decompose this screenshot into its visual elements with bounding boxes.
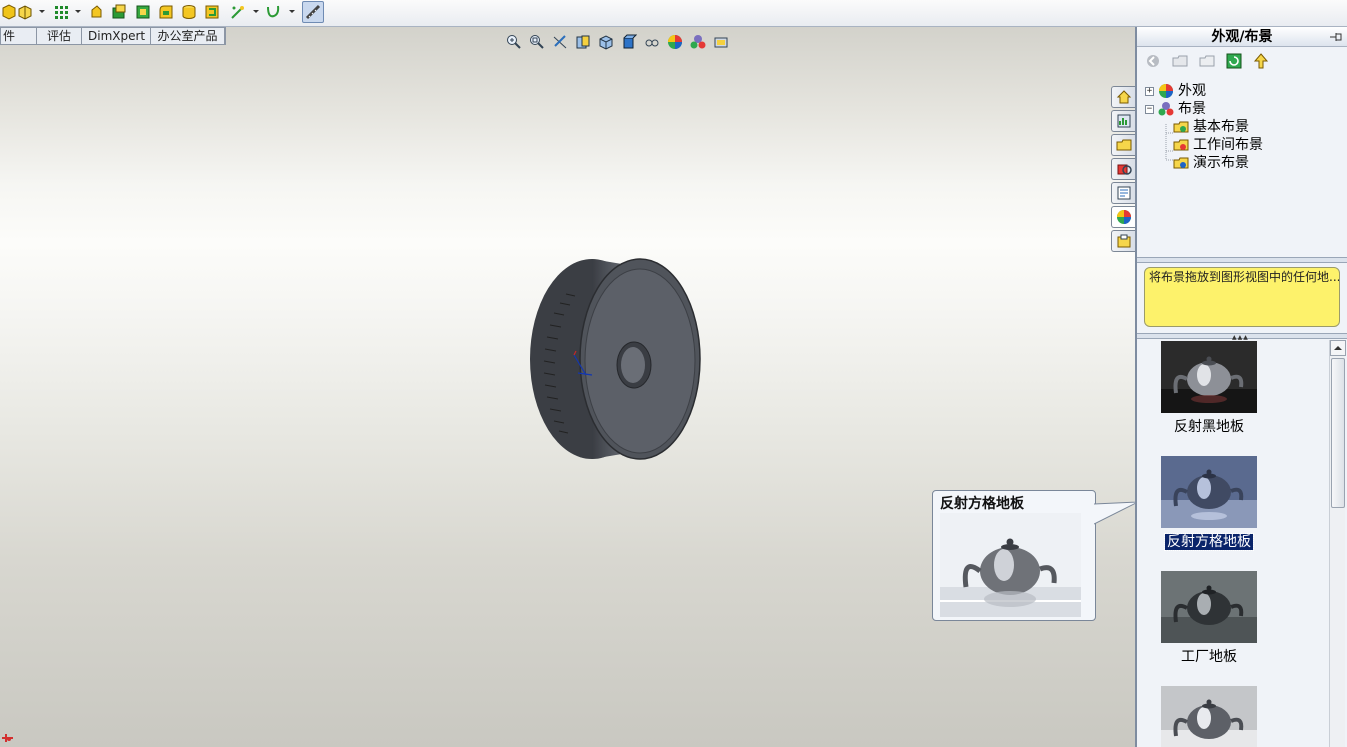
command-manager-tabs: 件 评估 DimXpert 办公室产品 <box>0 27 226 45</box>
features-toolbar <box>0 0 1347 27</box>
panel-splitter[interactable] <box>1137 257 1347 263</box>
scroll-up-arrow-icon[interactable] <box>1330 340 1346 356</box>
search-tab[interactable] <box>1111 182 1135 204</box>
assembly-dropdown-arrow[interactable] <box>39 10 45 13</box>
scenes-icon <box>1158 102 1174 116</box>
sketch-dropdown-arrow[interactable] <box>253 10 259 13</box>
file-explorer-tab[interactable] <box>1111 158 1135 180</box>
tree-item-studio-scenes[interactable]: 工作间布景 <box>1145 136 1345 154</box>
ruler-icon[interactable] <box>302 1 324 23</box>
refresh-icon[interactable] <box>1224 51 1244 71</box>
scene-folder-icon <box>1173 121 1189 133</box>
edit-appearance-icon[interactable] <box>666 33 684 51</box>
appearances-scenes-panel: 外观/布景 + 外观 − 布景 基本布景 工作间布景 演示布景 将布景拖放到图形… <box>1135 27 1347 747</box>
sketch-icon[interactable] <box>229 3 247 21</box>
scene-preview-tooltip: 反射方格地板 <box>932 490 1096 621</box>
teapot-thumbnail-image <box>1161 341 1257 413</box>
add-folder-icon[interactable] <box>1170 51 1190 71</box>
custom-properties-tab[interactable] <box>1111 230 1135 252</box>
linear-pattern-icon[interactable] <box>52 3 70 21</box>
resources-tab[interactable] <box>1111 110 1135 132</box>
assembly-icon[interactable] <box>16 3 34 21</box>
tab-dimxpert[interactable]: DimXpert <box>82 28 151 44</box>
hint-box: 将布景拖放到图形视图中的任何地... <box>1144 267 1340 327</box>
fillet-icon[interactable] <box>157 3 175 21</box>
tooltip-pointer <box>1094 501 1135 525</box>
panel-toolbar <box>1143 51 1278 71</box>
scroll-thumb[interactable] <box>1331 358 1345 508</box>
tree-item-basic-scenes[interactable]: 基本布景 <box>1145 118 1345 136</box>
panel-title: 外观/布景 <box>1137 27 1347 47</box>
curve-icon[interactable] <box>264 3 282 21</box>
tree-item-scenes[interactable]: − 布景 <box>1145 100 1345 118</box>
gallery-scrollbar[interactable] <box>1329 340 1346 747</box>
pattern-dropdown-arrow[interactable] <box>75 10 81 13</box>
heads-up-view-toolbar <box>505 32 735 52</box>
zoom-to-fit-icon[interactable] <box>505 33 523 51</box>
scene-label-selected: 反射方格地板 <box>1164 533 1254 551</box>
expand-toggle[interactable]: + <box>1145 86 1154 96</box>
scene-label: 反射黑地板 <box>1174 419 1244 435</box>
view-settings-icon[interactable] <box>712 33 730 51</box>
curve-dropdown-arrow[interactable] <box>289 10 295 13</box>
tree-item-appearances[interactable]: + 外观 <box>1145 82 1345 100</box>
task-pane-tabs <box>1111 86 1135 254</box>
tab-evaluate[interactable]: 评估 <box>37 28 82 44</box>
up-level-icon[interactable] <box>1251 51 1271 71</box>
cylinder-icon[interactable] <box>180 3 198 21</box>
tab-office-products[interactable]: 办公室产品 <box>151 28 225 44</box>
hide-show-icon[interactable] <box>643 33 661 51</box>
apply-scene-icon[interactable] <box>689 33 707 51</box>
design-library-tab[interactable] <box>1111 134 1135 156</box>
appearances-icon <box>1159 84 1173 98</box>
zoom-area-icon[interactable] <box>528 33 546 51</box>
view-orientation-icon[interactable] <box>597 33 615 51</box>
shell-icon[interactable] <box>134 3 152 21</box>
section-view-icon[interactable] <box>574 33 592 51</box>
back-icon[interactable] <box>1143 51 1163 71</box>
tree-connector-lines <box>1165 124 1173 161</box>
tooltip-title: 反射方格地板 <box>940 496 1024 512</box>
collapse-toggle[interactable]: − <box>1145 104 1154 114</box>
extrude-icon[interactable] <box>88 3 106 21</box>
scene-folder-icon <box>1173 139 1189 151</box>
open-folder-icon[interactable] <box>1197 51 1217 71</box>
scene-gallery: 反射黑地板 反射方格地板 工厂地板 <box>1137 340 1327 747</box>
display-style-icon[interactable] <box>620 33 638 51</box>
teapot-thumbnail-image <box>1161 456 1257 528</box>
tab-part[interactable]: 件 <box>1 28 37 44</box>
graphics-area[interactable]: 反射方格地板 <box>0 27 1135 747</box>
tree-item-label: 演示布景 <box>1193 155 1249 171</box>
pulley-model[interactable] <box>530 255 705 463</box>
scene-folder-icon <box>1173 157 1189 169</box>
sheet-icon[interactable] <box>203 3 221 21</box>
teapot-thumbnail-image <box>1161 686 1257 747</box>
home-tab[interactable] <box>1111 86 1135 108</box>
previous-view-icon[interactable] <box>551 33 569 51</box>
tree-item-label: 工作间布景 <box>1193 137 1263 153</box>
appearances-tab[interactable] <box>1111 206 1135 228</box>
teapot-preview-image <box>940 513 1081 617</box>
gallery-splitter[interactable]: ▲▲▲ <box>1137 333 1347 341</box>
scene-label: 工厂地板 <box>1181 649 1237 665</box>
tree-item-label: 布景 <box>1178 101 1206 117</box>
teapot-thumbnail-image <box>1161 571 1257 643</box>
tree-item-label: 基本布景 <box>1193 119 1249 135</box>
tree-item-presentation-scenes[interactable]: 演示布景 <box>1145 154 1345 172</box>
cut-icon[interactable] <box>110 3 128 21</box>
reference-triad <box>2 734 13 742</box>
pin-icon[interactable] <box>1329 30 1343 44</box>
tree-item-label: 外观 <box>1178 83 1206 99</box>
solidworks-window: 反射方格地板 件 评估 DimXpert 办公室产品 外观/布景 + 外观 − … <box>0 0 1347 747</box>
appearance-tree: + 外观 − 布景 基本布景 工作间布景 演示布景 <box>1145 82 1345 172</box>
